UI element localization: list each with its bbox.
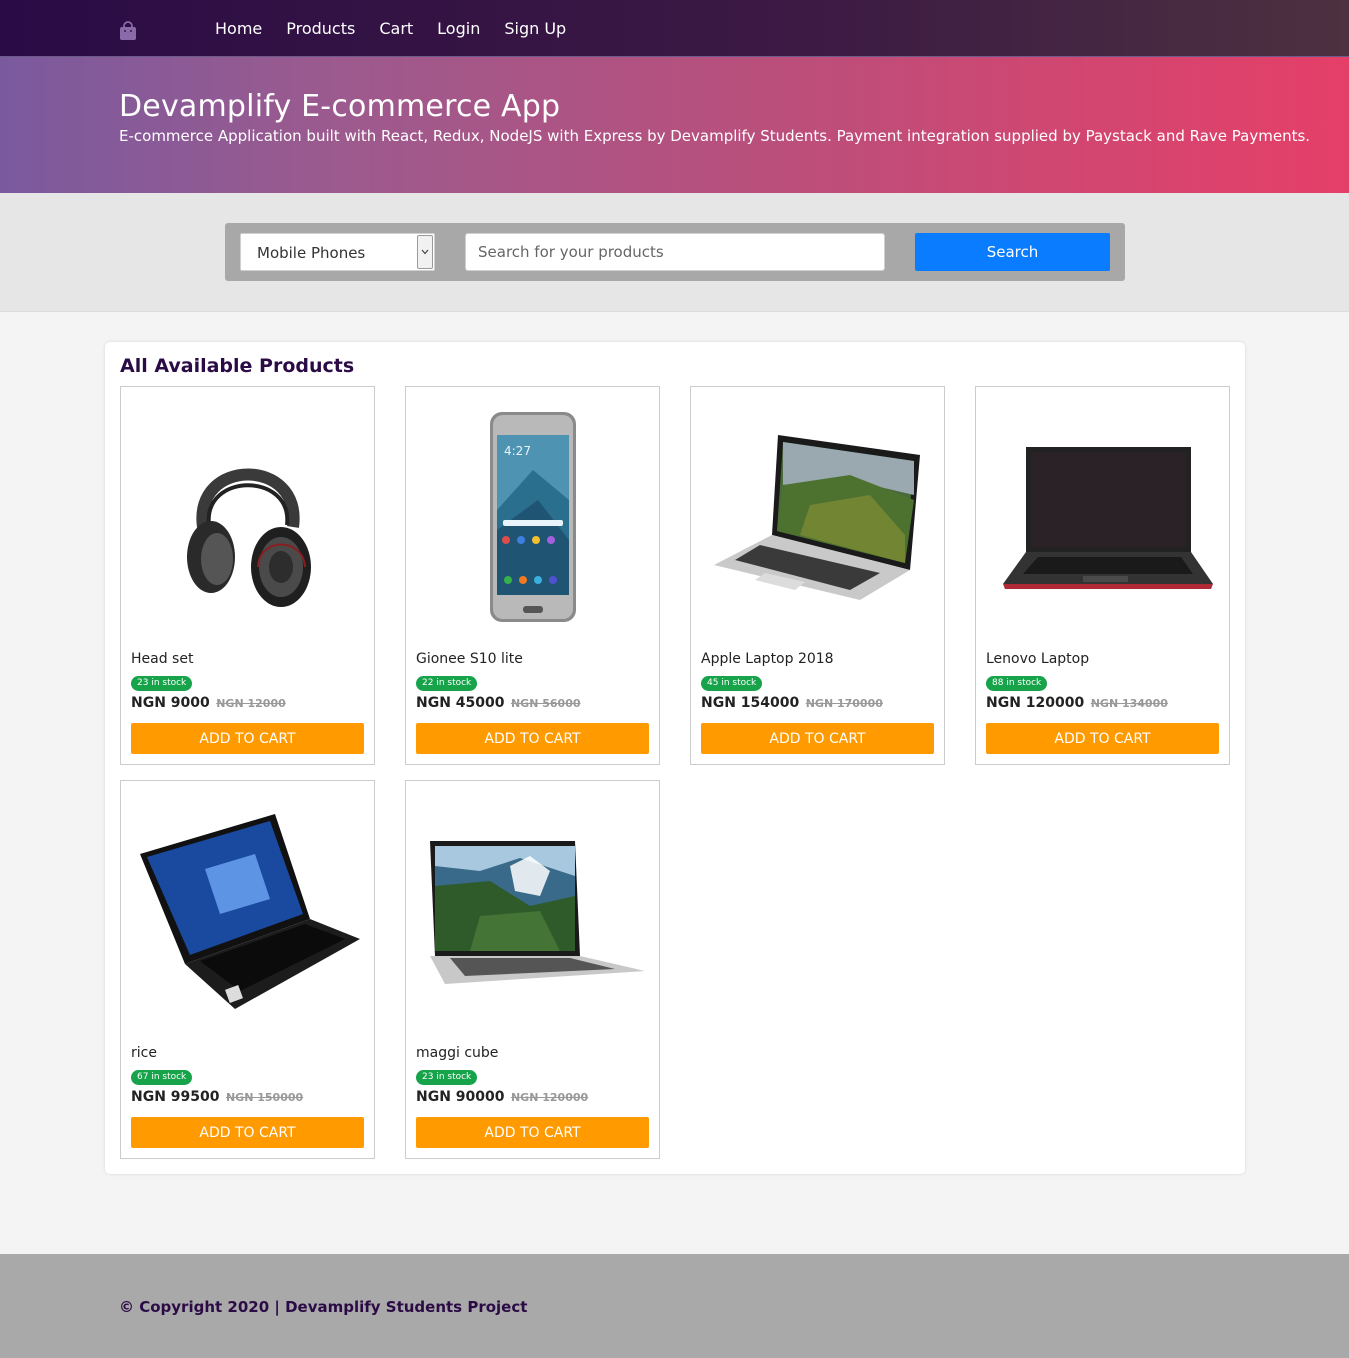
product-card: 4:27 Gionee S10 lite 22 in stock NGN 450… (405, 386, 660, 765)
product-price: NGN 120000 (986, 695, 1085, 711)
add-to-cart-button[interactable]: ADD TO CART (416, 723, 649, 754)
price-row: NGN 120000 NGN 134000 (986, 695, 1168, 711)
add-to-cart-button[interactable]: ADD TO CART (416, 1117, 649, 1148)
search-bar: Mobile Phones Search (225, 223, 1125, 281)
products-panel: All Available Products Head set 23 in st… (105, 342, 1245, 1174)
hero-banner: Devamplify E-commerce App E-commerce App… (0, 57, 1349, 193)
product-card: maggi cube 23 in stock NGN 90000 NGN 120… (405, 780, 660, 1159)
price-row: NGN 154000 NGN 170000 (701, 695, 883, 711)
navbar: Home Products Cart Login Sign Up (0, 0, 1349, 57)
product-price: NGN 9000 (131, 695, 210, 711)
category-select[interactable]: Mobile Phones (240, 233, 435, 271)
laptop-image[interactable] (701, 397, 934, 637)
product-name[interactable]: maggi cube (416, 1045, 498, 1061)
add-to-cart-button[interactable]: ADD TO CART (986, 723, 1219, 754)
product-price: NGN 90000 (416, 1089, 505, 1105)
product-price: NGN 45000 (416, 695, 505, 711)
price-row: NGN 45000 NGN 56000 (416, 695, 581, 711)
search-button[interactable]: Search (915, 233, 1110, 271)
nav-link-cart[interactable]: Cart (379, 18, 413, 40)
nav-links: Home Products Cart Login Sign Up (215, 18, 590, 40)
section-title: All Available Products (120, 355, 355, 377)
phone-image[interactable]: 4:27 (416, 397, 649, 637)
nav-link-products[interactable]: Products (286, 18, 355, 40)
laptop-image[interactable] (416, 791, 649, 1031)
product-name[interactable]: Apple Laptop 2018 (701, 651, 834, 667)
stock-badge: 23 in stock (416, 1070, 478, 1085)
stock-badge: 23 in stock (131, 676, 193, 691)
headphones-image[interactable] (131, 397, 364, 637)
product-name[interactable]: rice (131, 1045, 157, 1061)
product-old-price: NGN 134000 (1090, 697, 1168, 710)
product-old-price: NGN 120000 (510, 1091, 589, 1104)
product-old-price: NGN 150000 (225, 1091, 304, 1104)
nav-link-login[interactable]: Login (437, 18, 480, 40)
add-to-cart-button[interactable]: ADD TO CART (131, 723, 364, 754)
category-selected-value: Mobile Phones (257, 244, 366, 262)
price-row: NGN 99500 NGN 150000 (131, 1089, 303, 1105)
hero-subtitle: E-commerce Application built with React,… (119, 127, 1311, 145)
product-old-price: NGN 170000 (805, 697, 883, 710)
product-old-price: NGN 56000 (510, 697, 581, 710)
price-row: NGN 90000 NGN 120000 (416, 1089, 588, 1105)
stock-badge: 67 in stock (131, 1070, 193, 1085)
price-row: NGN 9000 NGN 12000 (131, 695, 286, 711)
product-card: rice 67 in stock NGN 99500 NGN 150000 AD… (120, 780, 375, 1159)
laptop-image[interactable] (131, 791, 364, 1031)
product-card: Head set 23 in stock NGN 9000 NGN 12000 … (120, 386, 375, 765)
product-name[interactable]: Gionee S10 lite (416, 651, 523, 667)
product-old-price: NGN 12000 (216, 697, 286, 710)
product-price: NGN 99500 (131, 1089, 220, 1105)
search-input[interactable] (465, 233, 885, 271)
nav-link-signup[interactable]: Sign Up (504, 18, 566, 40)
svg-text:4:27: 4:27 (504, 444, 531, 458)
stock-badge: 22 in stock (416, 676, 478, 691)
product-price: NGN 154000 (701, 695, 800, 711)
stock-badge: 88 in stock (986, 676, 1048, 691)
add-to-cart-button[interactable]: ADD TO CART (131, 1117, 364, 1148)
product-card: Lenovo Laptop 88 in stock NGN 120000 NGN… (975, 386, 1230, 765)
product-name[interactable]: Head set (131, 651, 193, 667)
stock-badge: 45 in stock (701, 676, 763, 691)
hero-title: Devamplify E-commerce App (119, 89, 561, 124)
chevron-down-icon[interactable] (417, 235, 433, 269)
laptop-image[interactable] (986, 397, 1219, 637)
nav-link-home[interactable]: Home (215, 18, 262, 40)
search-section: Mobile Phones Search (0, 193, 1349, 312)
product-card: Apple Laptop 2018 45 in stock NGN 154000… (690, 386, 945, 765)
add-to-cart-button[interactable]: ADD TO CART (701, 723, 934, 754)
footer: © Copyright 2020 | Devamplify Students P… (0, 1254, 1349, 1358)
shopping-bag-icon[interactable] (119, 21, 137, 41)
copyright-text: © Copyright 2020 | Devamplify Students P… (119, 1298, 528, 1316)
product-name[interactable]: Lenovo Laptop (986, 651, 1089, 667)
